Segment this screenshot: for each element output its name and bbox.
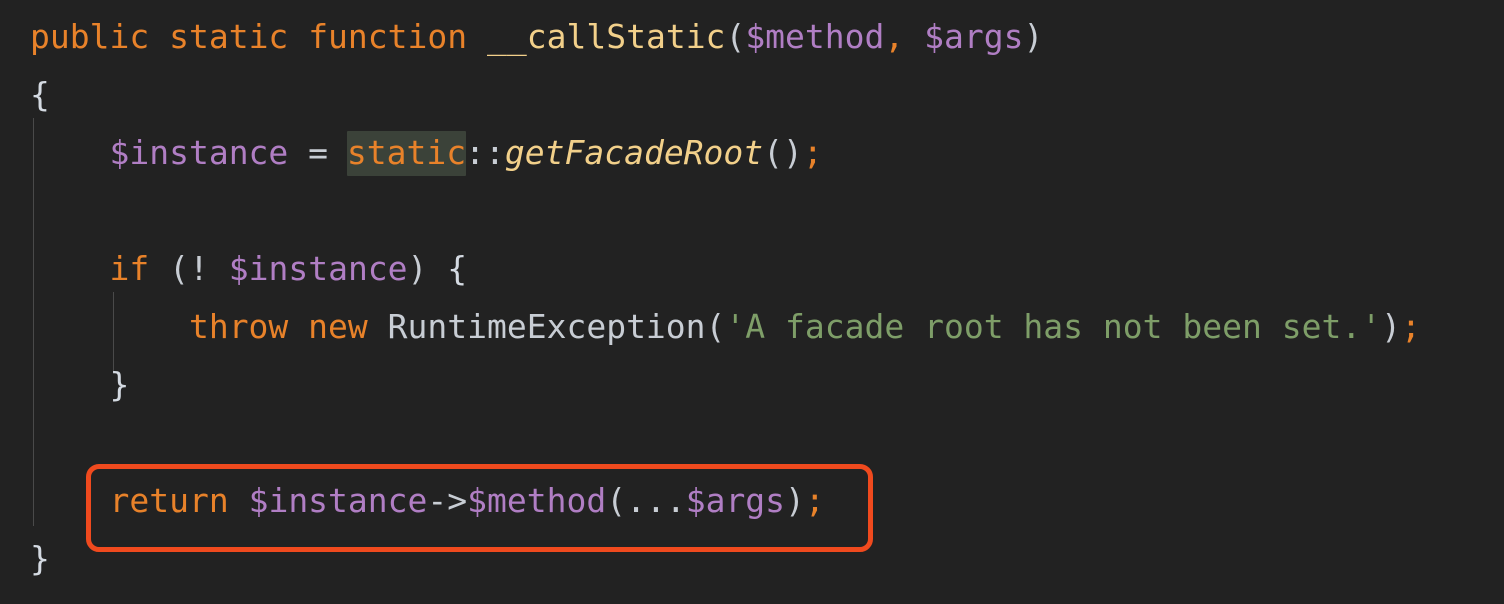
token-variable-args: $args (685, 481, 786, 520)
token-keyword-public: public (30, 17, 150, 56)
token-cond-paren-open: ( (149, 249, 189, 288)
code-line-6: throw new RuntimeException('A facade roo… (30, 298, 1421, 356)
token-paren-close: ) (1023, 17, 1044, 56)
token-brace-close-if: } (109, 365, 130, 404)
token-semicolon: ; (1400, 307, 1421, 346)
token-keyword-return: return (109, 481, 229, 520)
token-variable-instance: $instance (228, 249, 408, 288)
code-line-10: } (30, 530, 50, 588)
token-keyword-static: static (169, 17, 289, 56)
token-param-args: $args (924, 17, 1024, 56)
token-keyword-static-highlighted: static (346, 131, 467, 176)
token-brace-open-if: { (427, 249, 468, 288)
token-brace-close-function: } (30, 539, 50, 578)
token-comma: , (884, 17, 925, 56)
token-scope-resolution: :: (465, 133, 505, 172)
token-paren-open: ( (705, 307, 726, 346)
token-class-runtimeexception: RuntimeException (387, 307, 706, 346)
token-semicolon: ; (802, 133, 823, 172)
code-line-3: $instance = static::getFacadeRoot(); (30, 124, 823, 182)
token-static-method-getfacaderoot: getFacadeRoot (504, 133, 764, 172)
token-parens-empty: () (763, 133, 803, 172)
token-variable-instance: $instance (109, 133, 289, 172)
code-line-7: } (30, 356, 129, 414)
token-object-arrow: -> (427, 481, 468, 520)
token-semicolon: ; (804, 481, 825, 520)
token-cond-paren-close: ) (407, 249, 428, 288)
token-keyword-function: function (308, 17, 468, 56)
token-spread-operator: ... (626, 481, 686, 520)
token-string-literal: 'A facade root has not been set.' (725, 307, 1382, 346)
code-line-1: public static function __callStatic($met… (30, 8, 1043, 66)
token-variable-method: $method (467, 481, 607, 520)
token-assignment-operator: = (288, 133, 348, 172)
code-editor-surface[interactable]: public static function __callStatic($met… (0, 0, 1504, 604)
token-variable-instance: $instance (248, 481, 428, 520)
token-paren-close: ) (1381, 307, 1401, 346)
code-line-2: { (30, 66, 50, 124)
code-screenshot: public static function __callStatic($met… (0, 0, 1504, 604)
token-method-name: __callStatic (487, 17, 726, 56)
code-line-5: if (! $instance) { (30, 240, 467, 298)
code-line-9: return $instance->$method(...$args); (30, 472, 825, 530)
token-keyword-if: if (109, 249, 150, 288)
token-not-operator: ! (188, 249, 229, 288)
token-keyword-new: new (308, 307, 368, 346)
token-paren-open: ( (725, 17, 746, 56)
token-paren-close: ) (785, 481, 805, 520)
token-param-method: $method (745, 17, 885, 56)
token-keyword-throw: throw (188, 307, 289, 346)
token-paren-open: ( (606, 481, 627, 520)
token-brace-open-function: { (30, 75, 50, 114)
